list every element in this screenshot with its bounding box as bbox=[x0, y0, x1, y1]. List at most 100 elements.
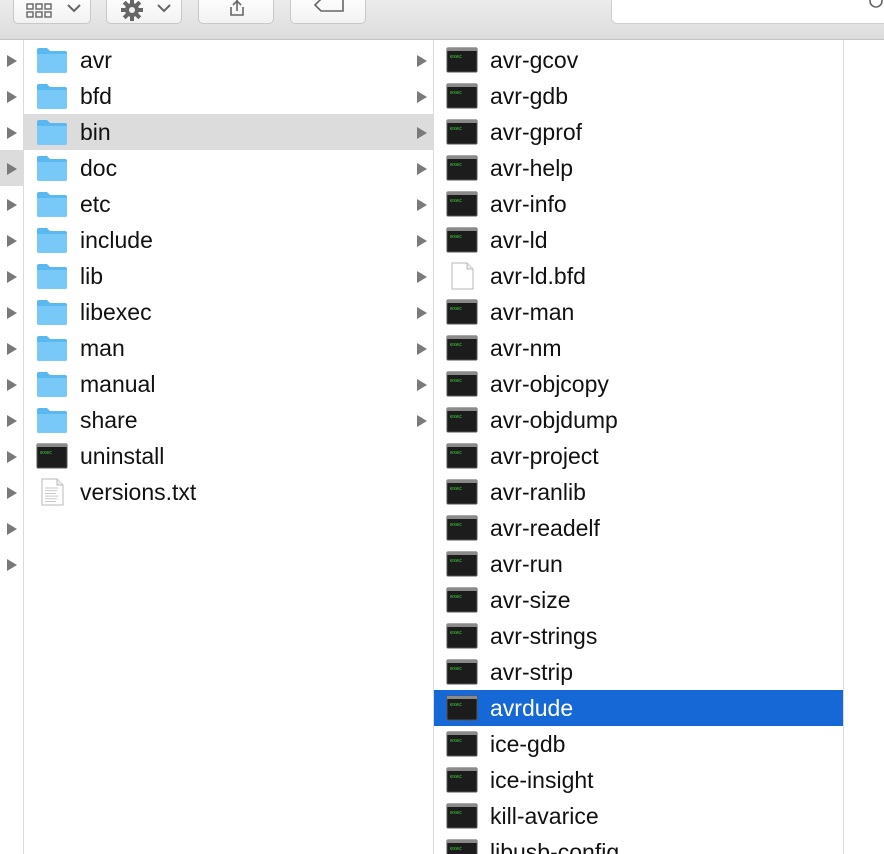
parent-column-row[interactable] bbox=[0, 402, 23, 438]
tag-button[interactable] bbox=[290, 0, 366, 24]
file-item-avr-help[interactable]: exec avr-help bbox=[434, 150, 843, 186]
svg-text:exec: exec bbox=[450, 90, 462, 96]
item-label: avr-help bbox=[490, 155, 574, 181]
file-item-kill-avarice[interactable]: exec kill-avarice bbox=[434, 798, 843, 834]
terminal-executable-icon: exec bbox=[446, 730, 478, 758]
chevron-right-icon bbox=[417, 414, 427, 432]
folder-item-man[interactable]: man bbox=[24, 330, 433, 366]
parent-column-row[interactable] bbox=[0, 186, 23, 222]
file-item-avr-size[interactable]: exec avr-size bbox=[434, 582, 843, 618]
item-label: avr-gcov bbox=[490, 47, 579, 73]
svg-text:exec: exec bbox=[450, 522, 462, 528]
chevron-right-icon bbox=[7, 90, 17, 108]
svg-text:exec: exec bbox=[450, 810, 462, 816]
action-button[interactable] bbox=[106, 0, 182, 24]
item-label: avr-ranlib bbox=[490, 479, 586, 505]
folder-item-bfd[interactable]: bfd bbox=[24, 78, 433, 114]
parent-column-row[interactable] bbox=[0, 330, 23, 366]
terminal-executable-icon: exec bbox=[36, 442, 68, 470]
parent-column-row[interactable] bbox=[0, 78, 23, 114]
svg-text:exec: exec bbox=[450, 306, 462, 312]
svg-text:exec: exec bbox=[450, 414, 462, 420]
file-item-avr-run[interactable]: exec avr-run bbox=[434, 546, 843, 582]
file-item-avr-nm[interactable]: exec avr-nm bbox=[434, 330, 843, 366]
parent-column-row[interactable] bbox=[0, 366, 23, 402]
file-item-avr-strip[interactable]: exec avr-strip bbox=[434, 654, 843, 690]
terminal-executable-icon: exec bbox=[446, 622, 478, 650]
file-item-ice-gdb[interactable]: exec ice-gdb bbox=[434, 726, 843, 762]
file-item-avr-strings[interactable]: exec avr-strings bbox=[434, 618, 843, 654]
search-field[interactable] bbox=[611, 0, 884, 24]
chevron-right-icon bbox=[7, 234, 17, 252]
item-label: bin bbox=[80, 119, 111, 145]
file-item-libusb-config[interactable]: exec libusb-config bbox=[434, 834, 843, 854]
file-item-avrdude[interactable]: exec avrdude bbox=[434, 690, 843, 726]
item-label: avr-ld.bfd bbox=[490, 263, 586, 289]
file-item-avr-gprof[interactable]: exec avr-gprof bbox=[434, 114, 843, 150]
folder-icon bbox=[36, 334, 68, 362]
item-label: avr-man bbox=[490, 299, 575, 325]
file-item-avr-readelf[interactable]: exec avr-readelf bbox=[434, 510, 843, 546]
parent-column-row[interactable] bbox=[0, 258, 23, 294]
item-label: include bbox=[80, 227, 153, 253]
parent-column-row[interactable] bbox=[0, 546, 23, 582]
terminal-executable-icon: exec bbox=[446, 442, 478, 470]
folder-item-include[interactable]: include bbox=[24, 222, 433, 258]
terminal-executable-icon: exec bbox=[446, 802, 478, 830]
terminal-executable-icon: exec bbox=[446, 370, 478, 398]
terminal-executable-icon: exec bbox=[446, 766, 478, 794]
folder-item-share[interactable]: share bbox=[24, 402, 433, 438]
chevron-right-icon bbox=[417, 378, 427, 396]
parent-column-row[interactable] bbox=[0, 294, 23, 330]
item-label: ice-insight bbox=[490, 767, 594, 793]
file-item-avr-ld[interactable]: exec avr-ld bbox=[434, 222, 843, 258]
file-item-avr-gdb[interactable]: exec avr-gdb bbox=[434, 78, 843, 114]
file-item-avr-info[interactable]: exec avr-info bbox=[434, 186, 843, 222]
item-label: lib bbox=[80, 263, 104, 289]
parent-column-row[interactable] bbox=[0, 222, 23, 258]
terminal-executable-icon: exec bbox=[446, 478, 478, 506]
parent-column-row[interactable] bbox=[0, 114, 23, 150]
folder-item-manual[interactable]: manual bbox=[24, 366, 433, 402]
column-empty[interactable] bbox=[844, 40, 884, 854]
file-item-avr-ranlib[interactable]: exec avr-ranlib bbox=[434, 474, 843, 510]
folder-item-libexec[interactable]: libexec bbox=[24, 294, 433, 330]
terminal-executable-icon: exec bbox=[446, 118, 478, 146]
parent-column-row[interactable] bbox=[0, 150, 23, 186]
item-label: avr-strings bbox=[490, 623, 598, 649]
share-button[interactable] bbox=[198, 0, 274, 24]
toolbar bbox=[0, 0, 884, 40]
parent-column-row[interactable] bbox=[0, 438, 23, 474]
chevron-right-icon bbox=[7, 522, 17, 540]
folder-item-etc[interactable]: etc bbox=[24, 186, 433, 222]
file-item-avr-objcopy[interactable]: exec avr-objcopy bbox=[434, 366, 843, 402]
parent-column-row[interactable] bbox=[0, 42, 23, 78]
folder-item-bin[interactable]: bin bbox=[24, 114, 433, 150]
share-icon bbox=[230, 0, 244, 16]
folder-item-uninstall[interactable]: exec uninstall bbox=[24, 438, 433, 474]
column-bin-contents[interactable]: exec avr-gcov exec avr-gdb exec avr-gprof exec… bbox=[434, 40, 844, 854]
file-item-avr-ld-bfd[interactable]: avr-ld.bfd bbox=[434, 258, 843, 294]
view-options-button[interactable] bbox=[13, 0, 91, 24]
chevron-right-icon bbox=[7, 162, 17, 180]
parent-column-row[interactable] bbox=[0, 510, 23, 546]
column-folder-contents[interactable]: avr bfd bin doc etc include lib libexec man manua… bbox=[24, 40, 434, 854]
folder-item-avr[interactable]: avr bbox=[24, 42, 433, 78]
gear-icon bbox=[121, 0, 143, 21]
folder-item-doc[interactable]: doc bbox=[24, 150, 433, 186]
file-item-avr-gcov[interactable]: exec avr-gcov bbox=[434, 42, 843, 78]
file-item-avr-man[interactable]: exec avr-man bbox=[434, 294, 843, 330]
chevron-right-icon bbox=[7, 306, 17, 324]
item-label: libusb-config bbox=[490, 839, 620, 854]
column-parent[interactable] bbox=[0, 40, 24, 854]
parent-column-row[interactable] bbox=[0, 474, 23, 510]
terminal-executable-icon: exec bbox=[446, 550, 478, 578]
item-label: avr-gdb bbox=[490, 83, 568, 109]
folder-item-versions-txt[interactable]: versions.txt bbox=[24, 474, 433, 510]
folder-icon bbox=[36, 82, 68, 110]
folder-item-lib[interactable]: lib bbox=[24, 258, 433, 294]
file-item-ice-insight[interactable]: exec ice-insight bbox=[434, 762, 843, 798]
file-item-avr-objdump[interactable]: exec avr-objdump bbox=[434, 402, 843, 438]
terminal-executable-icon: exec bbox=[446, 298, 478, 326]
file-item-avr-project[interactable]: exec avr-project bbox=[434, 438, 843, 474]
